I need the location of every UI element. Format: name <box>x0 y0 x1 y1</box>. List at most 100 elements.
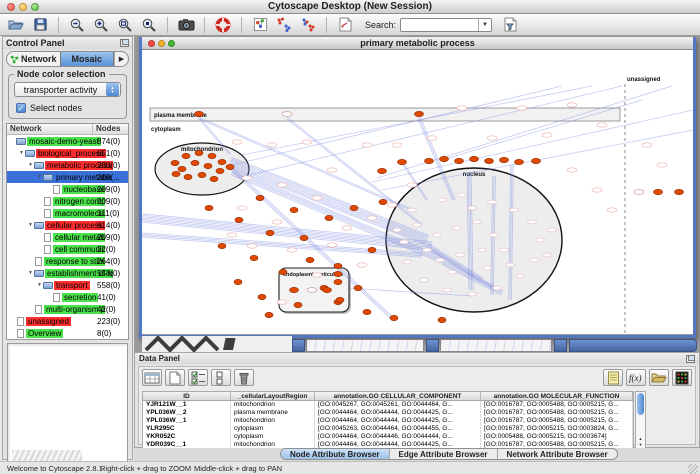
network-node[interactable] <box>204 163 212 168</box>
network-node[interactable] <box>195 150 203 155</box>
tree-item[interactable]: ▼primary metabo209(... <box>7 171 128 183</box>
function-builder-icon[interactable]: f(x) <box>626 369 646 386</box>
table-cell[interactable]: [GO:0044464, GO:0044444, GO:0044425, G..… <box>315 409 481 417</box>
tree-item[interactable]: ▼cellular process614(0) <box>7 219 128 231</box>
table-column-header[interactable]: annotation.GO CELLULAR_COMPONENT <box>315 392 481 400</box>
network-node[interactable] <box>300 235 308 240</box>
network-node[interactable] <box>438 317 446 322</box>
network-node[interactable] <box>325 215 333 220</box>
nucleus-node[interactable] <box>506 263 515 267</box>
network-node[interactable] <box>336 297 344 302</box>
network-node[interactable] <box>378 168 387 173</box>
network-node[interactable] <box>350 205 358 210</box>
table-row[interactable]: YLR295Ccytoplasm[GO:0045263, GO:0044464,… <box>143 425 633 433</box>
network-node[interactable] <box>290 287 299 292</box>
background-window[interactable] <box>554 339 567 352</box>
table-cell[interactable]: [GO:0045263, GO:0044464, GO:0044455, G..… <box>315 425 481 433</box>
table-cell[interactable]: YKR052C <box>143 433 231 441</box>
network-node[interactable] <box>171 160 179 165</box>
tab-mosaic[interactable]: Mosaic <box>60 52 115 66</box>
network-node[interactable] <box>290 207 298 212</box>
nucleus-node[interactable] <box>458 193 467 197</box>
nucleus-node[interactable] <box>423 248 432 252</box>
float-data-panel-icon[interactable] <box>686 355 695 363</box>
table-cell[interactable]: YPL036W__2 <box>143 409 231 417</box>
table-row[interactable]: YKR052Ccytoplasm[GO:0044464, GO:0044446,… <box>143 433 633 441</box>
tab-node-attribute-browser[interactable]: Node Attribute Browser <box>281 449 390 459</box>
network-node[interactable] <box>455 158 464 163</box>
nucleus-node[interactable] <box>433 233 442 237</box>
tree-item[interactable]: cellular metabo209(0) <box>7 231 128 243</box>
nucleus-node[interactable] <box>393 228 402 232</box>
table-cell[interactable]: cytoplasm <box>231 433 315 441</box>
network-node[interactable] <box>256 195 264 200</box>
nucleus-node[interactable] <box>436 258 445 262</box>
table-cell[interactable]: YJR121W__1 <box>143 401 231 409</box>
tab-overflow-arrow-icon[interactable]: ▶ <box>114 52 128 66</box>
network-node[interactable] <box>500 157 509 162</box>
zoom-fit-icon[interactable] <box>115 16 135 34</box>
table-cell[interactable]: [GO:0016787, GO:0005215, GO:0003824, G..… <box>481 425 633 433</box>
table-cell[interactable]: [GO:0045267, GO:0045261, GO:0044464, G..… <box>315 401 481 409</box>
network-node[interactable] <box>334 263 342 268</box>
network-node[interactable] <box>306 257 314 262</box>
import-attributes-icon[interactable] <box>649 369 669 386</box>
network-node[interactable] <box>354 285 362 290</box>
table-column-header[interactable]: _cellularLayoutRegion <box>231 392 315 400</box>
node-color-dropdown[interactable]: transporter activity ▲▼ <box>14 82 121 97</box>
tree-item[interactable]: ▼establishment of lo558(0) <box>7 267 128 279</box>
tree-expander-icon[interactable]: ▼ <box>36 282 43 288</box>
network-node[interactable] <box>398 159 407 164</box>
search-dropdown-arrow-icon[interactable]: ▼ <box>478 19 491 31</box>
network-node[interactable] <box>195 111 204 116</box>
nucleus-node[interactable] <box>500 248 509 252</box>
nucleus-node[interactable] <box>403 260 412 264</box>
network-node[interactable] <box>323 287 332 292</box>
network-node[interactable] <box>172 171 180 176</box>
nucleus-node[interactable] <box>453 226 462 230</box>
table-cell[interactable]: YPL036W__1 <box>143 417 231 425</box>
resize-grip[interactable] <box>688 464 698 474</box>
tree-item[interactable]: mosaic-demo-yeast874(0) <box>7 135 128 147</box>
birdseye-view[interactable] <box>7 343 128 471</box>
network-node[interactable] <box>235 217 243 222</box>
table-column-header[interactable]: ID <box>143 392 231 400</box>
nucleus-node[interactable] <box>448 270 457 274</box>
tab-edge-attribute-browser[interactable]: Edge Attribute Browser <box>390 449 498 459</box>
network-node[interactable] <box>363 309 371 314</box>
tree-col-network[interactable]: Network <box>7 124 93 134</box>
nucleus-node[interactable] <box>468 206 477 210</box>
network-node[interactable] <box>258 294 266 299</box>
nucleus-node[interactable] <box>530 258 539 262</box>
network-node[interactable] <box>334 279 342 284</box>
nucleus-node[interactable] <box>413 223 422 227</box>
background-window[interactable] <box>306 339 424 352</box>
tree-expander-icon[interactable]: ▼ <box>36 174 43 180</box>
network-node[interactable] <box>218 243 226 248</box>
nucleus-node[interactable] <box>516 274 525 278</box>
nucleus-node[interactable] <box>420 278 429 282</box>
network-node[interactable] <box>182 153 190 158</box>
tree-item[interactable]: secretion41(0) <box>7 291 128 303</box>
open-file-icon[interactable] <box>6 16 26 34</box>
network-node[interactable] <box>390 315 398 320</box>
table-row[interactable]: YPL036W__2plasma membrane[GO:0044464, GO… <box>143 409 633 417</box>
network-node[interactable] <box>218 159 226 164</box>
nucleus-node[interactable] <box>488 200 497 204</box>
zoom-selected-icon[interactable] <box>139 16 159 34</box>
table-cell[interactable]: mitochondrion <box>231 401 315 409</box>
network-node[interactable] <box>425 158 434 163</box>
nucleus-node[interactable] <box>493 286 502 290</box>
search-input[interactable]: ▼ <box>400 18 492 32</box>
nucleus-node[interactable] <box>483 266 492 270</box>
tree-item[interactable]: multi-organism pro42(0) <box>7 303 128 315</box>
tree-item[interactable]: nitrogen compo209(0) <box>7 195 128 207</box>
network-node[interactable] <box>178 166 186 171</box>
zoom-in-icon[interactable] <box>91 16 111 34</box>
network-node[interactable] <box>334 271 342 276</box>
network-node[interactable] <box>368 247 376 252</box>
nucleus-node[interactable] <box>490 233 499 237</box>
help-ring-icon[interactable] <box>213 16 233 34</box>
network-node[interactable] <box>184 174 192 179</box>
network-node[interactable] <box>198 172 206 177</box>
